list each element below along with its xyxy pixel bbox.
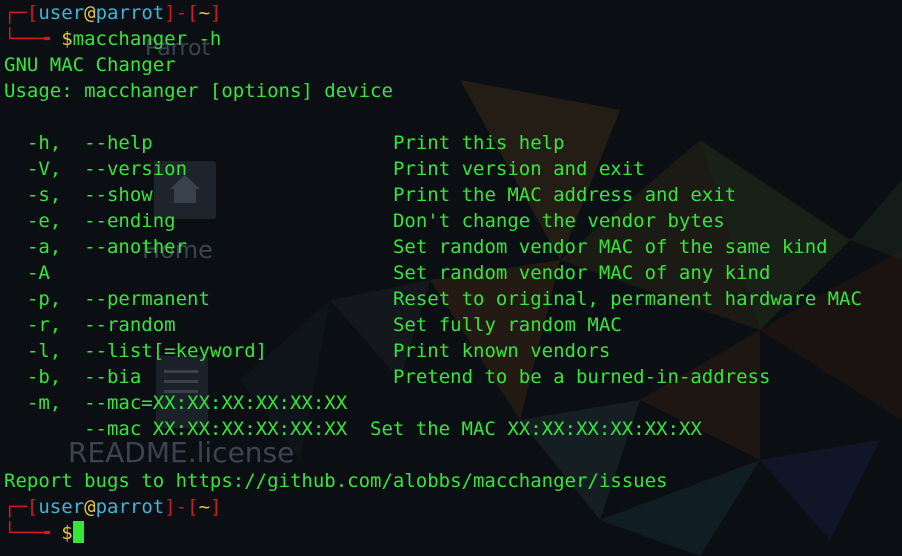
prompt-user: user: [38, 2, 85, 24]
option-description: Print this help: [392, 132, 565, 154]
option-row: -l, --list[=keyword] Print known vendors: [0, 338, 902, 364]
output-usage: Usage: macchanger [options] device: [4, 80, 393, 102]
option-row: -h, --help Print this help: [0, 130, 902, 156]
prompt-user: user: [38, 496, 85, 518]
prompt-cwd: ~: [198, 2, 211, 24]
option-row: -A Set random vendor MAC of any kind: [0, 260, 902, 286]
option-flags: --mac XX:XX:XX:XX:XX:XX: [4, 418, 371, 440]
option-description: Print known vendors: [392, 340, 611, 362]
command-text: macchanger -h: [72, 28, 222, 50]
terminal-window[interactable]: ┌─[user@parrot]-[~] └──╼ $macchanger -h …: [0, 0, 902, 556]
prompt-host: parrot: [95, 2, 165, 24]
option-description: Pretend to be a burned-in-address: [392, 366, 771, 388]
option-row: -s, --show Print the MAC address and exi…: [0, 182, 902, 208]
option-row: -m, --mac=XX:XX:XX:XX:XX:XX: [0, 390, 902, 416]
option-flags: -r, --random: [4, 314, 393, 336]
option-flags: -m, --mac=XX:XX:XX:XX:XX:XX: [4, 392, 348, 414]
output-report: Report bugs to https://github.com/alobbs…: [4, 470, 668, 492]
prompt-cwd: ~: [198, 496, 211, 518]
option-flags: -A: [4, 262, 393, 284]
command-line: └──╼ $macchanger -h: [4, 28, 222, 50]
prompt-host: parrot: [95, 496, 165, 518]
option-description: Set the MAC XX:XX:XX:XX:XX:XX: [370, 418, 702, 440]
option-flags: -s, --show: [4, 184, 393, 206]
option-description: Don't change the vendor bytes: [392, 210, 725, 232]
option-row: -V, --version Print version and exit: [0, 156, 902, 182]
option-flags: -p, --permanent: [4, 288, 393, 310]
option-description: Reset to original, permanent hardware MA…: [392, 288, 862, 310]
option-flags: -h, --help: [4, 132, 393, 154]
option-description: Set random vendor MAC of any kind: [392, 262, 771, 284]
cursor-block[interactable]: [72, 521, 84, 543]
options-list: -h, --help Print this help -V, --version…: [0, 130, 902, 442]
option-flags: -a, --another: [4, 236, 393, 258]
option-flags: -V, --version: [4, 158, 393, 180]
option-row: -p, --permanent Reset to original, perma…: [0, 286, 902, 312]
option-row: --mac XX:XX:XX:XX:XX:XX Set the MAC XX:X…: [0, 416, 902, 442]
output-title: GNU MAC Changer: [4, 54, 176, 76]
option-flags: -l, --list[=keyword]: [4, 340, 393, 362]
prompt-line: ┌─[user@parrot]-[~]: [4, 496, 222, 518]
option-row: -r, --random Set fully random MAC: [0, 312, 902, 338]
option-description: Set random vendor MAC of the same kind: [392, 236, 828, 258]
option-description: Set fully random MAC: [392, 314, 622, 336]
option-row: -e, --ending Don't change the vendor byt…: [0, 208, 902, 234]
option-row: -a, --another Set random vendor MAC of t…: [0, 234, 902, 260]
option-flags: -b, --bia: [4, 366, 393, 388]
option-description: Print version and exit: [392, 158, 645, 180]
prompt-line: ┌─[user@parrot]-[~]: [4, 2, 222, 24]
option-flags: -e, --ending: [4, 210, 393, 232]
option-row: -b, --bia Pretend to be a burned-in-addr…: [0, 364, 902, 390]
option-description: Print the MAC address and exit: [392, 184, 737, 206]
input-line[interactable]: └──╼ $: [0, 520, 902, 546]
